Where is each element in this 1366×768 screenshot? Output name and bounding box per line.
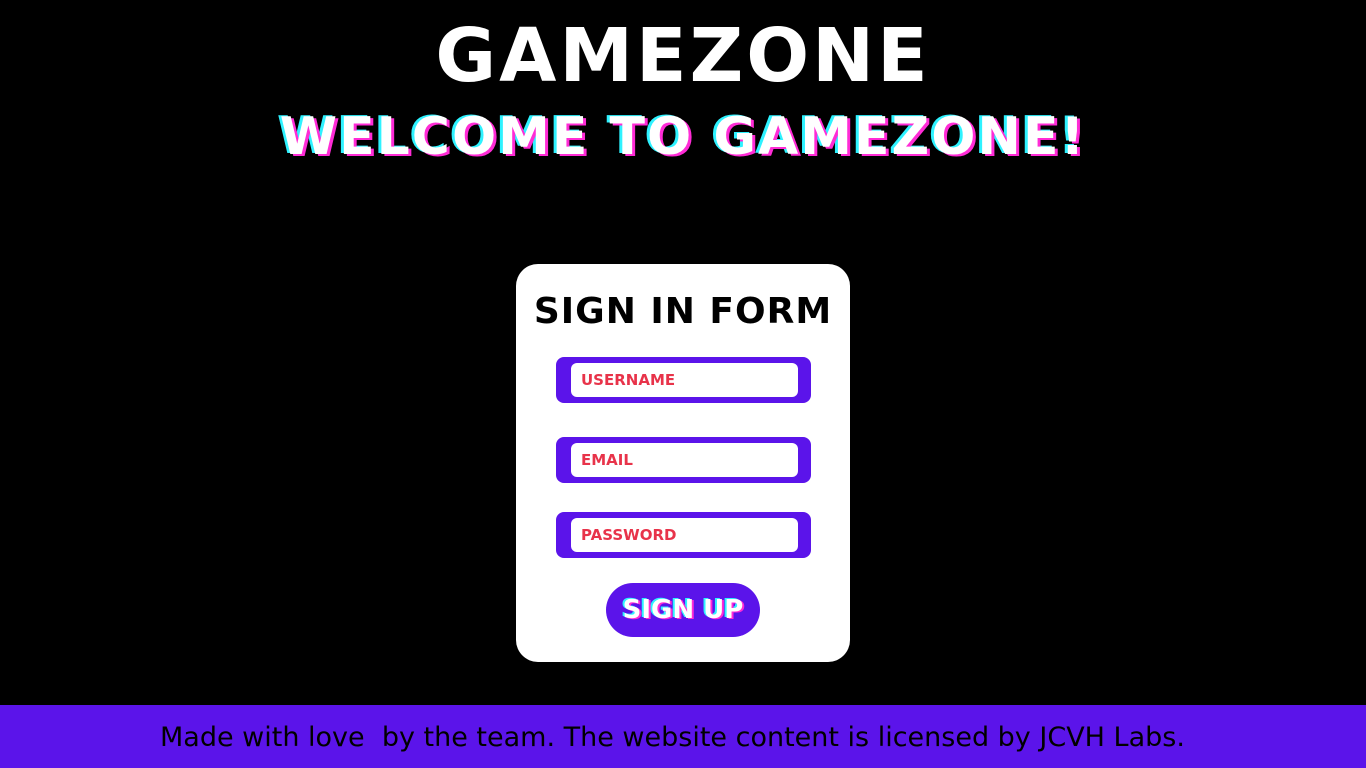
username-field-frame — [556, 357, 811, 403]
sign-in-card: SIGN IN FORM SIGN UP — [516, 264, 850, 662]
footer-text: Made with love by the team. The website … — [160, 722, 1185, 753]
welcome-heading: WELCOME TO GAMEZONE! — [279, 107, 1087, 167]
sign-up-button[interactable]: SIGN UP — [606, 583, 760, 637]
password-input[interactable] — [571, 518, 798, 552]
page: GAMEZONE WELCOME TO GAMEZONE! SIGN IN FO… — [0, 0, 1366, 768]
form-title: SIGN IN FORM — [533, 291, 833, 332]
footer: Made with love by the team. The website … — [0, 705, 1366, 768]
password-field-frame — [556, 512, 811, 558]
email-field-frame — [556, 437, 811, 483]
email-input[interactable] — [571, 443, 798, 477]
username-input[interactable] — [571, 363, 798, 397]
site-title: GAMEZONE — [435, 13, 931, 99]
